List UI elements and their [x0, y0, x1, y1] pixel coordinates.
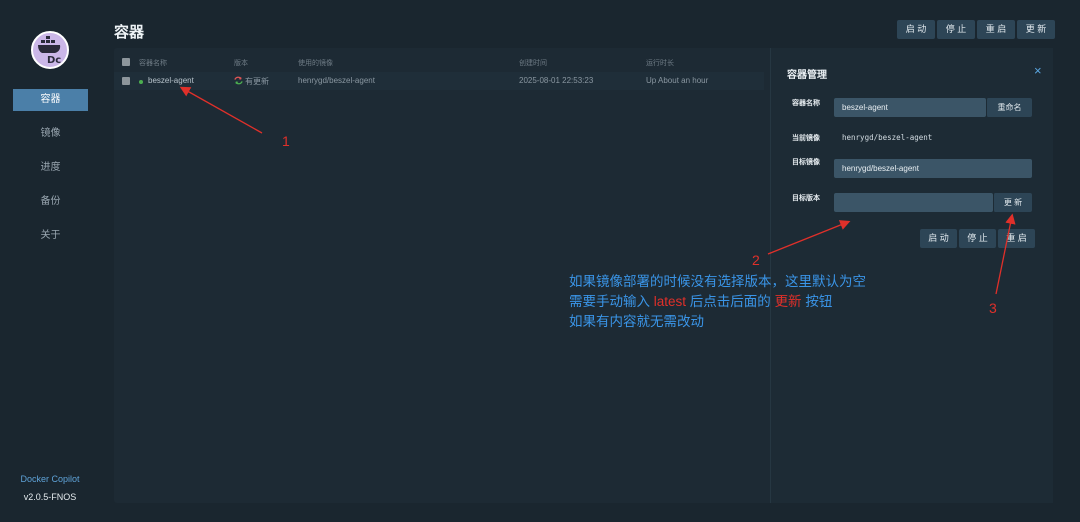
note-line-1: 如果镜像部署的时候没有选择版本，这里默认为空: [569, 274, 866, 289]
page-title: 容器: [114, 24, 145, 41]
start-button[interactable]: 启 动: [897, 20, 935, 39]
note-line-3: 如果有内容就无需改动: [569, 314, 704, 329]
note-update-word: 更新: [774, 294, 802, 309]
drawer-stop-button[interactable]: 停 止: [959, 229, 996, 248]
created-cell: 2025-08-01 22:53:23: [519, 76, 594, 85]
stop-button[interactable]: 停 止: [937, 20, 975, 39]
app-name: Docker Copilot: [20, 474, 80, 484]
note-latest: latest: [653, 294, 687, 309]
note-line-2-c: 后点击后面的: [686, 294, 775, 309]
drawer-start-button[interactable]: 启 动: [920, 229, 957, 248]
note-line-2: 需要手动输入 latest 后点击后面的 更新 按钮: [569, 292, 866, 312]
target-image-label: 目标镜像: [792, 159, 820, 166]
table-header: 容器名称 版本 使用的镜像 创建时间 运行时长: [114, 55, 764, 69]
column-header-version: 版本: [234, 60, 248, 67]
drawer-restart-button[interactable]: 重 启: [998, 229, 1035, 248]
update-available-icon: [234, 76, 243, 85]
table-row[interactable]: beszel-agent 有更新 henrygd/beszel-agent 20…: [114, 72, 764, 90]
column-header-name: 容器名称: [139, 60, 167, 67]
target-image-input[interactable]: henrygd/beszel-agent: [834, 159, 1032, 178]
svg-text:Dc: Dc: [47, 55, 61, 66]
container-name[interactable]: beszel-agent: [148, 76, 194, 85]
column-header-uptime: 运行时长: [646, 60, 674, 67]
version-status: 有更新: [245, 77, 269, 86]
header-action-buttons: 启 动 停 止 重 启 更 新: [897, 20, 1055, 39]
image-cell: henrygd/beszel-agent: [298, 76, 375, 85]
annotation-number-1: 1: [282, 133, 290, 149]
current-image-value: henrygd/beszel-agent: [842, 133, 933, 142]
target-version-input[interactable]: [834, 193, 993, 212]
uptime-cell: Up About an hour: [646, 76, 709, 85]
note-line-2-a: 需要手动输入: [569, 294, 654, 309]
container-name-label: 容器名称: [792, 100, 820, 107]
current-image-label: 当前镜像: [792, 135, 820, 142]
annotation-note: 如果镜像部署的时候没有选择版本，这里默认为空 需要手动输入 latest 后点击…: [569, 272, 866, 332]
target-version-label: 目标版本: [792, 195, 820, 202]
app-version: v2.0.5-FNOS: [23, 492, 77, 502]
update-button[interactable]: 更 新: [1017, 20, 1055, 39]
column-header-image: 使用的镜像: [298, 60, 333, 67]
running-status-dot: [139, 80, 143, 84]
version-cell: 有更新: [234, 76, 269, 87]
sidebar-item-containers[interactable]: 容器: [13, 89, 88, 111]
annotation-number-2: 2: [752, 252, 760, 268]
drawer-action-buttons: 启 动 停 止 重 启: [920, 229, 1035, 248]
column-header-created: 创建时间: [519, 60, 547, 67]
drawer-title: 容器管理: [787, 70, 827, 81]
target-version-update-button[interactable]: 更 新: [993, 193, 1032, 212]
note-line-2-e: 按钮: [801, 294, 833, 309]
row-checkbox[interactable]: [122, 77, 130, 85]
restart-button[interactable]: 重 启: [977, 20, 1015, 39]
annotation-number-3: 3: [989, 300, 997, 316]
select-all-checkbox[interactable]: [122, 58, 130, 66]
sidebar-item-backup[interactable]: 备份: [13, 191, 88, 213]
sidebar: Dc 容器 镜像 进度 备份 关于 Docker Copilot v2.0.5-…: [0, 0, 100, 522]
sidebar-item-progress[interactable]: 进度: [13, 157, 88, 179]
docker-copilot-logo-icon: Dc: [31, 31, 69, 69]
sidebar-item-images[interactable]: 镜像: [13, 123, 88, 145]
close-icon[interactable]: ×: [1034, 63, 1042, 78]
rename-button[interactable]: 重命名: [986, 98, 1032, 117]
sidebar-item-about[interactable]: 关于: [13, 225, 88, 247]
container-name-input[interactable]: beszel-agent: [834, 98, 986, 117]
